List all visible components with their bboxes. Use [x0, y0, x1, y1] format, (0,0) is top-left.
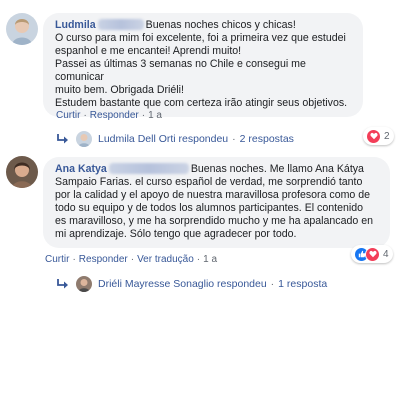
replies-count[interactable]: 2 respostas	[240, 133, 294, 145]
heart-icon	[366, 128, 381, 144]
avatar-ana-katya[interactable]	[6, 156, 38, 188]
replies-count[interactable]: 1 resposta	[278, 278, 327, 290]
reply-link[interactable]: Responder	[90, 110, 139, 121]
reaction-count: 4	[383, 248, 389, 260]
heart-icon	[365, 246, 380, 262]
comment-author[interactable]: Ana Katya	[55, 163, 107, 175]
replier-name[interactable]: Ludmila Dell Orti respondeu	[98, 133, 228, 145]
like-link[interactable]: Curtir	[56, 110, 80, 121]
avatar-ludmila[interactable]	[6, 13, 38, 45]
comment-actions: Curtir · Responder · 1 a	[56, 110, 162, 121]
reaction-summary[interactable]: 2	[363, 127, 394, 145]
reply-arrow-icon	[57, 279, 68, 289]
reaction-count: 2	[384, 130, 390, 142]
comment-bubble: Ana Katya Buenas noches. Me llamo Ana Kát…	[43, 157, 390, 248]
comment-bubble: Ludmila Buenas noches chicos y chicas! O …	[43, 13, 363, 117]
replier-avatar	[76, 276, 92, 292]
reply-arrow-icon	[57, 134, 68, 144]
comment-text: Ludmila Buenas noches chicos y chicas! O …	[55, 19, 348, 109]
replies-row[interactable]: Ludmila Dell Orti respondeu · 2 resposta…	[56, 131, 294, 147]
timestamp[interactable]: 1 a	[203, 254, 217, 265]
blurred-surname	[108, 163, 189, 174]
replier-avatar	[76, 131, 92, 147]
comment-actions: Curtir · Responder · Ver tradução · 1 a	[45, 254, 218, 265]
comment-text: Ana Katya Buenas noches. Me llamo Ana Kát…	[55, 163, 373, 240]
reaction-summary[interactable]: 4	[351, 245, 393, 263]
comment-author[interactable]: Ludmila	[55, 19, 96, 31]
replies-row[interactable]: Driéli Mayresse Sonaglio respondeu · 1 r…	[56, 276, 327, 292]
replier-name[interactable]: Driéli Mayresse Sonaglio respondeu	[98, 278, 267, 290]
translate-link[interactable]: Ver tradução	[137, 254, 194, 265]
timestamp[interactable]: 1 a	[148, 110, 162, 121]
reply-link[interactable]: Responder	[79, 254, 128, 265]
blurred-surname	[97, 19, 144, 30]
like-link[interactable]: Curtir	[45, 254, 69, 265]
